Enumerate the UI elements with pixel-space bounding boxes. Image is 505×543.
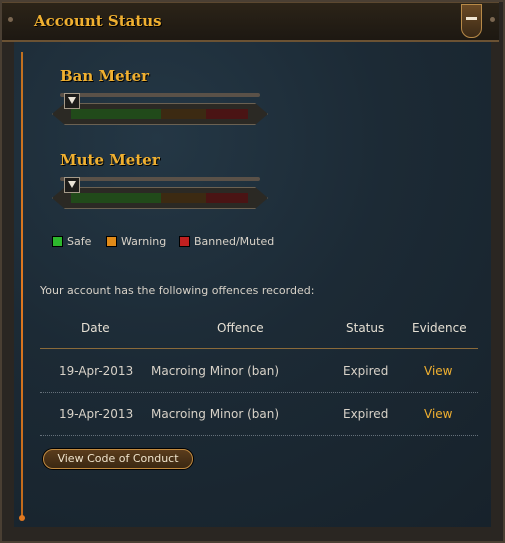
decorative-divider [21, 52, 23, 518]
legend-label: Banned/Muted [194, 235, 275, 248]
meter-track [52, 103, 268, 125]
rivet-decoration [490, 17, 495, 22]
view-code-of-conduct-button[interactable]: View Code of Conduct [43, 449, 193, 469]
meter-rail [60, 177, 260, 181]
column-header-status: Status [346, 321, 385, 335]
view-evidence-link[interactable]: View [424, 407, 452, 421]
panel-title: Account Status [34, 12, 162, 30]
meter-warning-zone [161, 109, 206, 119]
column-header-date: Date [81, 321, 110, 335]
meter-banned-zone [206, 193, 248, 203]
warning-swatch-icon [106, 236, 117, 247]
column-header-offence: Offence [217, 321, 264, 335]
view-evidence-link[interactable]: View [424, 364, 452, 378]
banned-swatch-icon [179, 236, 190, 247]
offence-name: Macroing Minor (ban) [151, 407, 280, 421]
offence-date: 19-Apr-2013 [59, 364, 134, 378]
offence-name: Macroing Minor (ban) [151, 364, 280, 378]
meter-safe-zone [71, 193, 161, 203]
meter-pointer-icon [64, 177, 80, 193]
panel-header: Account Status [2, 2, 499, 42]
meter-safe-zone [71, 109, 161, 119]
collapse-button[interactable] [461, 4, 482, 38]
offence-status: Expired [343, 364, 389, 378]
row-divider [40, 392, 478, 393]
ban-meter-title: Ban Meter [60, 67, 150, 85]
ban-meter [52, 93, 268, 127]
row-divider [40, 435, 478, 436]
table-header-divider [40, 348, 478, 349]
offence-status: Expired [343, 407, 389, 421]
column-header-evidence: Evidence [412, 321, 467, 335]
offences-intro: Your account has the following offences … [40, 284, 315, 297]
rivet-decoration [8, 17, 13, 22]
meter-banned-zone [206, 109, 248, 119]
meter-track [52, 187, 268, 209]
legend-label: Warning [121, 235, 167, 248]
legend-label: Safe [67, 235, 92, 248]
button-label: View Code of Conduct [57, 452, 179, 465]
offence-date: 19-Apr-2013 [59, 407, 134, 421]
minus-icon [466, 17, 477, 20]
meter-warning-zone [161, 193, 206, 203]
mute-meter [52, 177, 268, 211]
safe-swatch-icon [52, 236, 63, 247]
decorative-divider-cap [19, 515, 25, 521]
meter-pointer-icon [64, 93, 80, 109]
meter-rail [60, 93, 260, 97]
mute-meter-title: Mute Meter [60, 151, 160, 169]
